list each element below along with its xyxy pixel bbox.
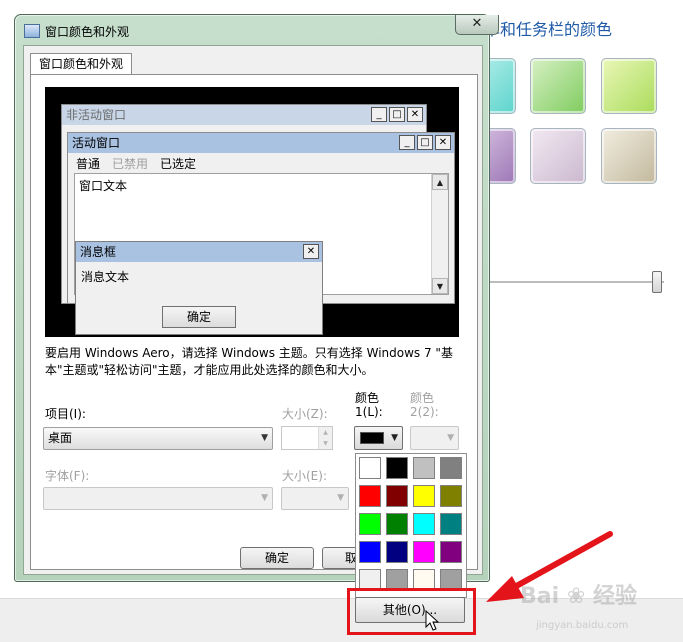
menu-selected[interactable]: 已选定 <box>160 155 196 172</box>
color-swatch-lime[interactable] <box>601 58 657 114</box>
intensity-slider-track[interactable] <box>484 281 664 283</box>
chevron-down-icon: ▼ <box>391 433 398 443</box>
ok-button[interactable]: 确定 <box>240 547 314 569</box>
minimize-icon: _ <box>371 107 387 122</box>
scroll-up-icon[interactable]: ▲ <box>432 174 448 190</box>
message-box-title: 消息框 <box>80 245 117 259</box>
color1-button[interactable]: ▼ <box>354 426 403 450</box>
active-window-title: 活动窗口 <box>72 136 121 150</box>
preview-scrollbar[interactable]: ▲ ▼ <box>431 174 448 294</box>
window-text: 窗口文本 <box>79 179 128 193</box>
item-select-value: 桌面 <box>48 431 73 445</box>
color1-label-bottom: 1(L): <box>355 405 383 419</box>
palette-color[interactable] <box>359 541 381 563</box>
close-icon: ✕ <box>407 107 423 122</box>
minimize-icon: _ <box>399 135 415 150</box>
color2-label-top: 颜色 <box>410 391 435 405</box>
palette-color[interactable] <box>413 541 435 563</box>
intensity-slider-thumb[interactable] <box>652 271 662 293</box>
spin-down-icon[interactable]: ▼ <box>318 438 332 449</box>
size-e-label: 大小(E): <box>282 469 327 483</box>
font-label: 字体(F): <box>45 469 90 483</box>
color2-label-bottom: 2(2): <box>410 405 439 419</box>
active-window-controls: _ □ ✕ <box>399 135 451 151</box>
palette-color[interactable] <box>386 513 408 535</box>
size-z-label: 大小(Z): <box>282 407 328 421</box>
message-box-titlebar: 消息框 <box>76 242 322 262</box>
palette-color[interactable] <box>440 541 462 563</box>
aero-description: 要启用 Windows Aero，请选择 Windows 主题。只有选择 Win… <box>45 346 453 377</box>
menu-disabled[interactable]: 已禁用 <box>112 155 148 172</box>
message-box-controls: ✕ <box>303 244 319 260</box>
palette-color[interactable] <box>386 485 408 507</box>
maximize-icon: □ <box>389 107 405 122</box>
font-select[interactable]: ▼ <box>43 487 273 510</box>
palette-color[interactable] <box>413 513 435 535</box>
dialog-close-button[interactable]: ✕ <box>455 15 499 35</box>
color-swatch-leaf[interactable] <box>530 58 586 114</box>
color1-label-top: 颜色 <box>355 391 380 405</box>
chevron-down-icon: ▼ <box>261 493 268 503</box>
item-label: 项目(I): <box>45 407 86 421</box>
palette-color[interactable] <box>359 457 381 479</box>
palette-color[interactable] <box>413 457 435 479</box>
palette-color[interactable] <box>386 457 408 479</box>
message-box-ok-button[interactable]: 确定 <box>162 306 236 328</box>
scroll-down-icon[interactable]: ▼ <box>432 278 448 294</box>
preview-menu-bar: 普通 已禁用 已选定 <box>76 155 196 172</box>
palette-color[interactable] <box>413 485 435 507</box>
palette-color[interactable] <box>359 485 381 507</box>
color1-chip <box>360 432 384 444</box>
close-icon: ✕ <box>303 244 319 259</box>
chevron-down-icon: ▼ <box>261 433 268 443</box>
palette-color[interactable] <box>440 457 462 479</box>
inactive-window-title: 非活动窗口 <box>66 108 127 122</box>
size-z-spinner[interactable]: ▲ ▼ <box>281 426 333 450</box>
color2-button[interactable]: ▼ <box>410 426 459 450</box>
maximize-icon: □ <box>417 135 433 150</box>
menu-normal[interactable]: 普通 <box>76 155 100 172</box>
window-app-icon <box>24 24 40 38</box>
item-select[interactable]: 桌面 ▼ <box>43 427 273 450</box>
chevron-down-icon: ▼ <box>337 493 344 503</box>
message-text: 消息文本 <box>81 270 130 284</box>
background-panel-title: 单和任务栏的颜色 <box>484 20 613 39</box>
message-box-preview[interactable]: 消息框 ✕ 消息文本 确定 <box>75 241 323 335</box>
color-palette-popup <box>355 453 467 598</box>
tab-window-color[interactable]: 窗口颜色和外观 <box>30 53 133 75</box>
active-window-titlebar: 活动窗口 <box>68 133 454 153</box>
palette-color[interactable] <box>440 513 462 535</box>
palette-color[interactable] <box>359 513 381 535</box>
annotation-highlight-box <box>347 588 476 635</box>
color-swatch-taupe[interactable] <box>601 128 657 184</box>
spin-up-icon[interactable]: ▲ <box>318 427 332 438</box>
watermark-url: jingyan.baidu.com <box>536 620 629 631</box>
inactive-window-controls: _ □ ✕ <box>371 107 423 123</box>
mouse-cursor-icon <box>425 610 439 631</box>
chevron-down-icon: ▼ <box>447 433 454 443</box>
palette-color[interactable] <box>386 541 408 563</box>
font-size-select[interactable]: ▼ <box>281 487 349 510</box>
palette-color[interactable] <box>440 485 462 507</box>
close-icon: ✕ <box>435 135 451 150</box>
dialog-title: 窗口颜色和外观 <box>45 25 130 39</box>
annotation-arrow-icon <box>486 531 613 602</box>
color-swatch-lavender[interactable] <box>530 128 586 184</box>
